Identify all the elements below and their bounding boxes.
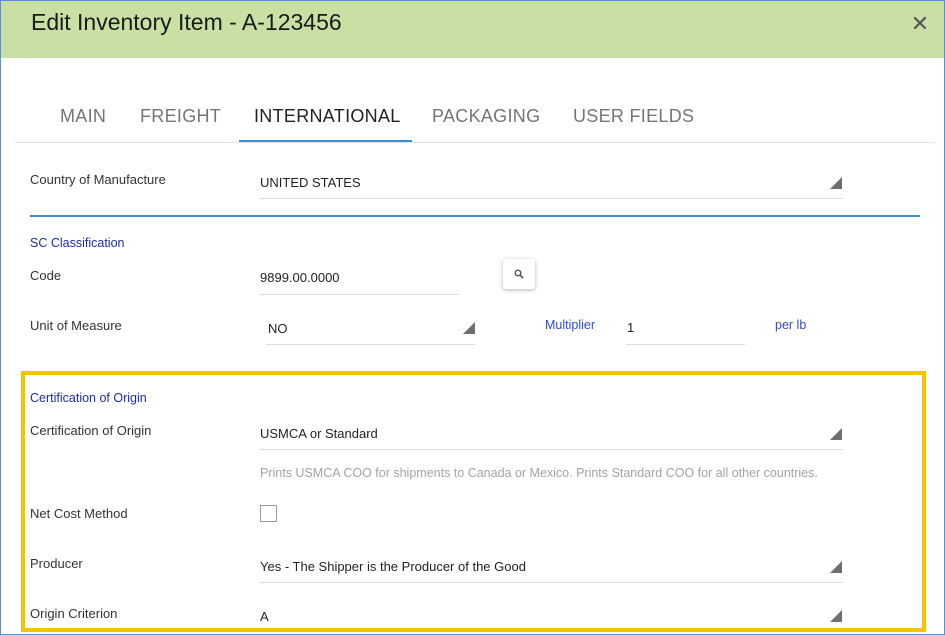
field-underline: [266, 344, 475, 345]
country-of-manufacture-value: UNITED STATES: [260, 175, 361, 190]
search-icon: [514, 269, 524, 279]
unit-of-measure-label: Unit of Measure: [30, 318, 122, 333]
dropdown-caret-icon: [830, 428, 842, 440]
code-search-button[interactable]: [503, 259, 535, 289]
field-underline: [259, 198, 843, 199]
tab-user-fields[interactable]: USER FIELDS: [573, 106, 694, 127]
origin-criterion-value: A: [260, 609, 269, 624]
field-underline: [259, 582, 843, 583]
per-unit-label: per lb: [775, 318, 807, 332]
dropdown-caret-icon: [830, 177, 842, 189]
dialog-title-bar: Edit Inventory Item - A-123456 ✕: [1, 1, 944, 58]
certification-of-origin-value: USMCA or Standard: [260, 426, 378, 441]
multiplier-label: Multiplier: [545, 318, 596, 332]
origin-criterion-label: Origin Criterion: [30, 606, 118, 621]
tab-bar: MAIN FREIGHT INTERNATIONAL PACKAGING USE…: [1, 101, 945, 143]
producer-value: Yes - The Shipper is the Producer of the…: [260, 559, 526, 574]
unit-of-measure-value: NO: [268, 321, 288, 336]
certification-heading: Certification of Origin: [30, 391, 147, 405]
dropdown-caret-icon: [830, 561, 842, 573]
net-cost-method-checkbox[interactable]: [260, 505, 277, 522]
sc-classification-heading: SC Classification: [30, 236, 125, 250]
certification-of-origin-label: Certification of Origin: [30, 423, 152, 438]
code-label: Code: [30, 268, 62, 283]
tab-freight[interactable]: FREIGHT: [140, 106, 221, 127]
tabs-divider: [15, 142, 935, 143]
certification-hint: Prints USMCA COO for shipments to Canada…: [260, 466, 818, 480]
dropdown-caret-icon: [463, 322, 475, 334]
code-value: 9899.00.0000: [260, 270, 340, 285]
multiplier-value: 1: [627, 320, 635, 335]
tab-packaging[interactable]: PACKAGING: [432, 106, 540, 127]
field-underline: [626, 344, 745, 345]
producer-label: Producer: [30, 556, 83, 571]
edit-inventory-dialog: Edit Inventory Item - A-123456 ✕ MAIN FR…: [0, 0, 945, 635]
field-underline: [259, 294, 459, 295]
dialog-title: Edit Inventory Item - A-123456: [31, 9, 342, 35]
section-divider: [30, 215, 920, 217]
certification-highlight-box: [21, 371, 926, 632]
field-underline: [259, 449, 843, 450]
close-icon[interactable]: ✕: [907, 11, 933, 37]
dropdown-caret-icon: [830, 610, 842, 622]
country-of-manufacture-label: Country of Manufacture: [30, 172, 166, 187]
tab-international[interactable]: INTERNATIONAL: [254, 106, 401, 127]
tab-main[interactable]: MAIN: [60, 106, 106, 127]
net-cost-method-label: Net Cost Method: [30, 506, 128, 521]
